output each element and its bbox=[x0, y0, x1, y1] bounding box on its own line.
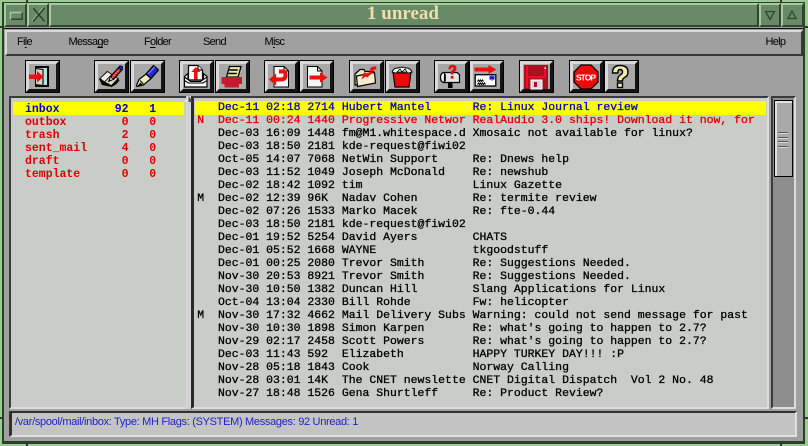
svg-text:STOP: STOP bbox=[576, 73, 596, 83]
